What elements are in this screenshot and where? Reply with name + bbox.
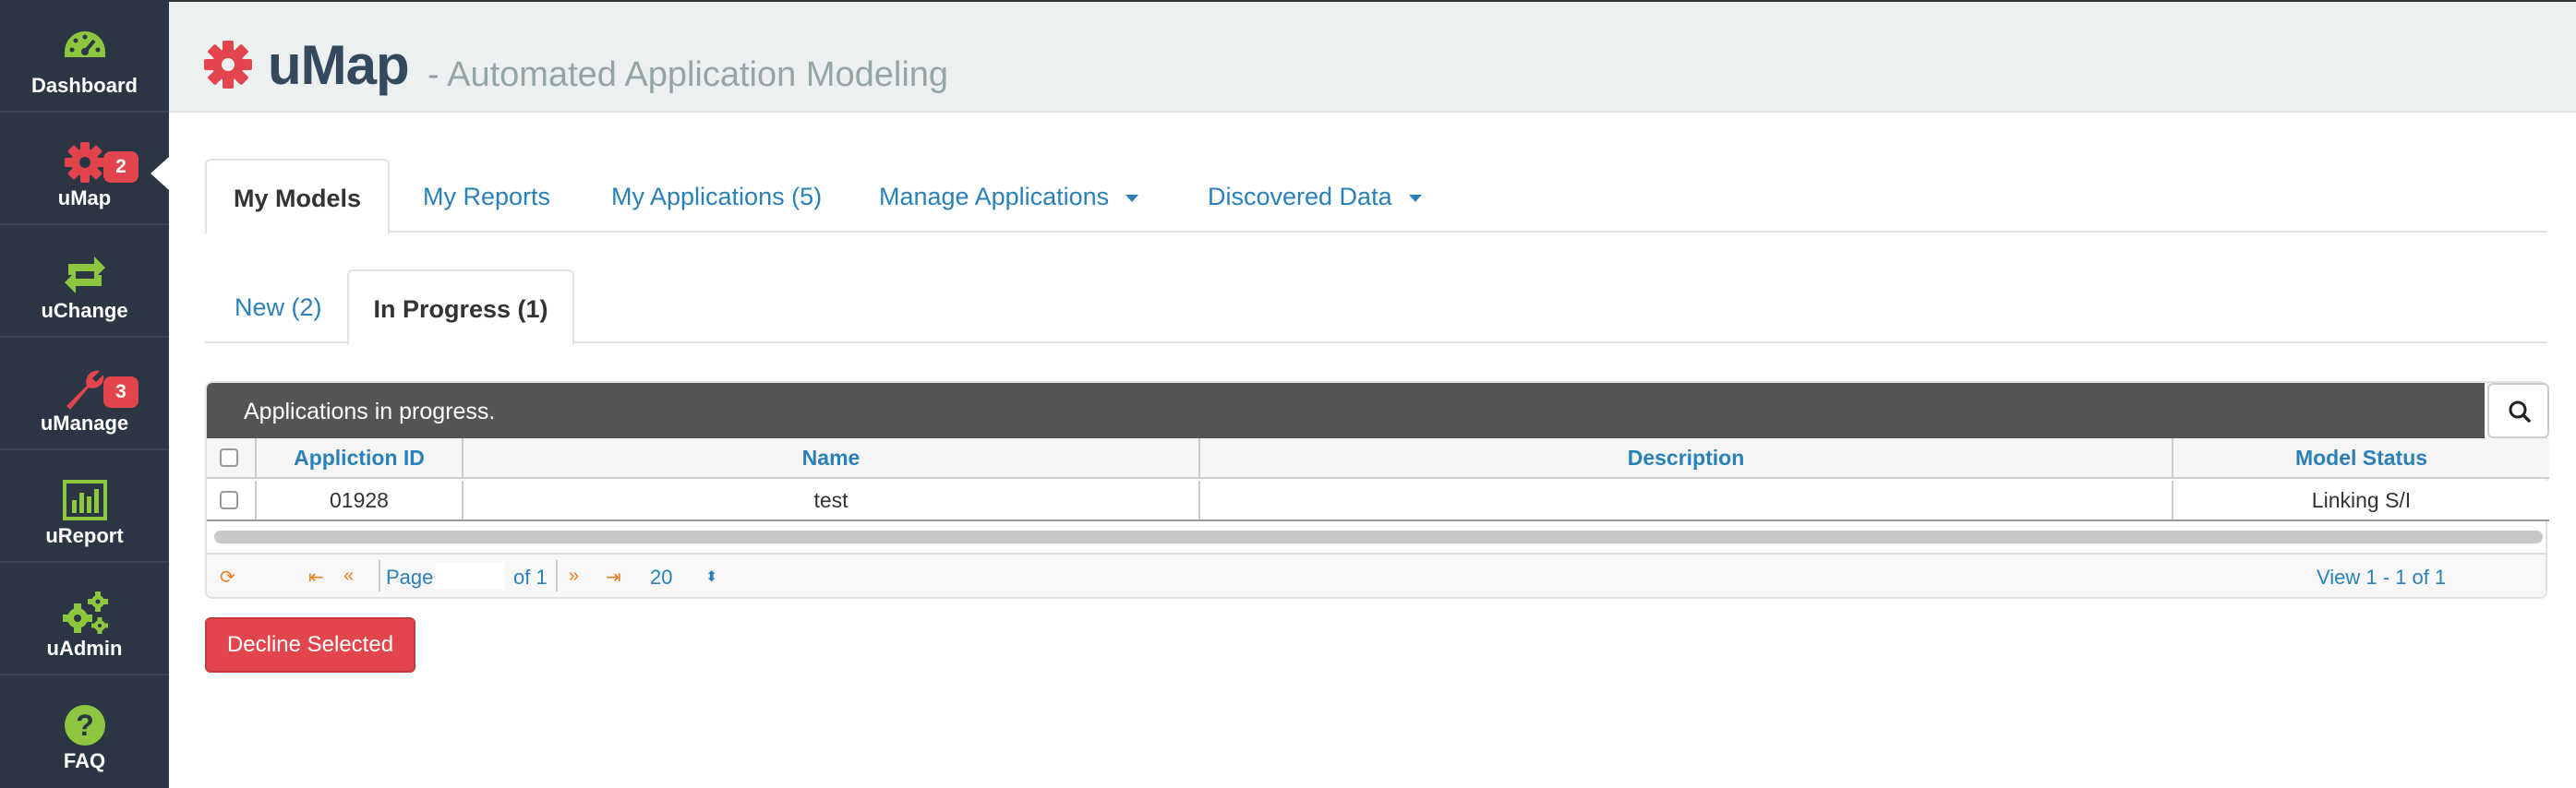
page-size-select[interactable]: 20 [650,566,672,590]
tab-in-progress[interactable]: In Progress (1) [347,269,574,345]
first-page-icon[interactable]: ⇤ [308,566,324,589]
sidebar-item-faq[interactable]: ? FAQ [0,675,169,788]
sidebar-item-label: Dashboard [31,74,138,97]
sidebar-item-label: FAQ [63,749,106,772]
page-label: Page [386,566,434,589]
previous-page-icon[interactable]: « [343,566,354,587]
tab-label: Manage Applications [879,183,1110,210]
tab-label: My Reports [423,183,551,210]
sidebar-item-label: uManage [40,412,129,435]
cell-description [1200,481,2173,519]
tab-label: New (2) [235,293,322,321]
app-subtitle: - Automated Application Modeling [427,55,949,94]
table-row[interactable]: 01928 test Linking S/I [207,481,2549,521]
column-header-name[interactable]: Name [463,438,1200,477]
primary-tabs: My Models My Reports My Applications (5)… [205,159,2547,234]
next-page-icon[interactable]: » [569,566,579,587]
column-header-description[interactable]: Description [1200,438,2173,477]
page-header: uMap - Automated Application Modeling [169,0,2576,113]
grid-caption: Applications in progress. [207,383,2485,438]
sidebar-item-umap[interactable]: uMap [0,113,169,225]
pager-divider [556,560,558,591]
sidebar-item-uadmin[interactable]: uAdmin [0,563,169,675]
page-number-input[interactable] [436,562,504,590]
cell-application-id: 01928 [257,481,463,519]
tab-my-reports[interactable]: My Reports [423,159,550,233]
gears-icon [62,591,108,634]
last-page-icon[interactable]: ⇥ [606,566,621,589]
umanage-notification-badge: 3 [103,376,138,408]
horizontal-scrollbar[interactable] [214,531,2543,543]
column-header-id[interactable]: Appliction ID [257,438,463,477]
svg-text:?: ? [76,709,94,742]
decline-selected-button[interactable]: Decline Selected [205,617,415,673]
select-all-cell [207,438,257,477]
refresh-icon[interactable]: ⟳ [220,566,235,589]
row-checkbox[interactable] [220,491,238,509]
chevron-down-icon [1408,194,1422,202]
page-size-arrows-icon[interactable]: ⬍ [705,567,717,586]
sidebar-item-uchange[interactable]: uChange [0,225,169,338]
sidebar-item-label: uAdmin [46,637,123,660]
sidebar-item-label: uChange [41,299,128,322]
grid-pager: ⟳ ⇤ « Page of 1 » ⇥ 20 ⬍ View 1 - 1 of 1 [207,553,2546,597]
secondary-tabs: New (2) In Progress (1) [205,269,2547,345]
view-records-label: View 1 - 1 of 1 [2317,566,2447,589]
select-all-checkbox[interactable] [220,448,238,467]
app-title: uMap [268,34,410,96]
sidebar-item-label: uMap [57,186,112,209]
sidebar: Dashboard uMap 2 uChange uManage 3 uRepo… [0,0,169,788]
sidebar-item-ureport[interactable]: uReport [0,450,169,563]
question-circle-icon: ? [64,705,105,746]
grid-search-button[interactable] [2487,383,2549,438]
active-item-pointer [150,157,169,190]
cell-model-status: Linking S/I [2311,488,2412,512]
page-count-label: of 1 [513,566,548,589]
search-icon [2509,400,2531,423]
applications-grid: Applications in progress. Appliction ID … [205,381,2549,599]
row-select-cell [207,481,257,519]
bar-chart-icon [62,480,107,520]
tab-my-applications[interactable]: My Applications (5) [611,159,822,233]
sidebar-item-label: uReport [45,524,124,547]
sidebar-item-umanage[interactable]: uManage [0,338,169,450]
tab-label: My Applications (5) [611,183,823,210]
table-header: Appliction ID Name Description Model Sta… [207,438,2549,479]
cell-name: test [463,481,1200,519]
pager-divider [379,560,380,591]
column-header-model-status[interactable]: Model Status [2173,438,2549,477]
umap-notification-badge: 2 [103,151,138,183]
tab-my-models[interactable]: My Models [205,159,390,234]
gear-icon [204,41,252,89]
swap-arrows-icon [64,257,105,293]
sidebar-item-dashboard[interactable]: Dashboard [0,0,169,113]
chevron-down-icon [1125,194,1139,202]
tab-discovered-data[interactable]: Discovered Data [1208,159,1422,233]
tab-manage-applications[interactable]: Manage Applications [879,159,1139,233]
tab-label: In Progress (1) [373,295,548,323]
speedometer-icon [64,31,105,57]
tab-new[interactable]: New (2) [235,269,322,343]
tab-label: Discovered Data [1208,183,1392,210]
tab-label: My Models [233,185,362,212]
